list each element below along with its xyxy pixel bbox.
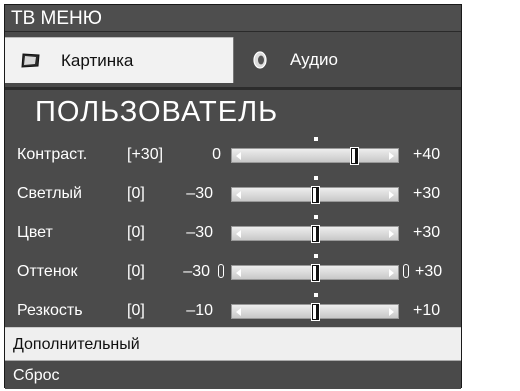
row-min: –10	[186, 302, 213, 319]
menu-item-reset[interactable]: Сброс	[5, 361, 461, 389]
row-label: Цвет	[17, 224, 53, 241]
arrow-right-icon	[389, 152, 394, 160]
tab-audio[interactable]: Аудио	[233, 37, 461, 83]
tv-menu: ТВ МЕНЮ Картинка Аудио ПОЛЬЗОВАТЕЛЬ Конт…	[4, 4, 462, 389]
row-max: +30	[413, 185, 441, 202]
arrow-left-icon	[236, 191, 241, 199]
tab-picture-label: Картинка	[61, 51, 134, 70]
row-min: 0	[212, 146, 221, 163]
slider-track[interactable]	[231, 176, 399, 204]
row-sharpness[interactable]: Резкость [0] –10 +10	[5, 290, 461, 330]
tab-picture[interactable]: Картинка	[5, 37, 233, 83]
center-mark	[314, 215, 318, 219]
row-min: –30	[186, 185, 213, 202]
row-contrast[interactable]: Контраст. [+30] 0 +40	[5, 134, 461, 174]
row-value: [0]	[127, 263, 145, 280]
row-max: +30	[413, 224, 441, 241]
row-tint[interactable]: Оттенок [0] –30 +30	[5, 251, 461, 291]
row-value: [0]	[127, 185, 145, 202]
slider-thumb[interactable]	[311, 303, 320, 321]
center-mark	[314, 293, 318, 297]
row-max: +40	[413, 146, 441, 163]
oval-right-icon	[403, 264, 409, 278]
slider-track[interactable]	[231, 293, 399, 321]
menu-tabs: Картинка Аудио	[5, 33, 461, 87]
slider-track[interactable]	[231, 254, 399, 282]
arrow-right-icon	[389, 191, 394, 199]
arrow-left-icon	[236, 152, 241, 160]
row-label: Оттенок	[17, 263, 78, 280]
slider-thumb[interactable]	[350, 147, 359, 165]
row-value: [+30]	[127, 146, 164, 163]
slider-thumb[interactable]	[311, 264, 320, 282]
row-max: +10	[413, 302, 441, 319]
row-label: Контраст.	[17, 146, 88, 163]
row-label: Светлый	[17, 185, 82, 202]
slider-track[interactable]	[231, 137, 399, 165]
arrow-left-icon	[236, 230, 241, 238]
row-brightness[interactable]: Светлый [0] –30 +30	[5, 173, 461, 213]
menu-title: ТВ МЕНЮ	[5, 5, 461, 32]
section-title: ПОЛЬЗОВАТЕЛЬ	[35, 96, 279, 128]
arrow-left-icon	[236, 269, 241, 277]
tv-icon	[21, 53, 40, 68]
row-label: Резкость	[17, 302, 83, 319]
menu-item-advanced[interactable]: Дополнительный	[5, 327, 461, 361]
center-mark	[314, 137, 318, 141]
user-section: ПОЛЬЗОВАТЕЛЬ Контраст. [+30] 0 +40 Светл…	[5, 87, 461, 327]
slider-thumb[interactable]	[311, 186, 320, 204]
row-min: –30	[183, 263, 210, 280]
center-mark	[314, 254, 318, 258]
arrow-right-icon	[389, 230, 394, 238]
tab-audio-label: Аудио	[290, 50, 338, 69]
row-color[interactable]: Цвет [0] –30 +30	[5, 212, 461, 252]
oval-left-icon	[218, 264, 224, 278]
arrow-right-icon	[389, 308, 394, 316]
slider-track[interactable]	[231, 215, 399, 243]
slider-thumb[interactable]	[311, 225, 320, 243]
speaker-icon	[253, 51, 267, 69]
row-max: +30	[415, 263, 443, 280]
row-min: –30	[186, 224, 213, 241]
center-mark	[314, 176, 318, 180]
arrow-right-icon	[389, 269, 394, 277]
row-value: [0]	[127, 224, 145, 241]
arrow-left-icon	[236, 308, 241, 316]
row-value: [0]	[127, 302, 145, 319]
